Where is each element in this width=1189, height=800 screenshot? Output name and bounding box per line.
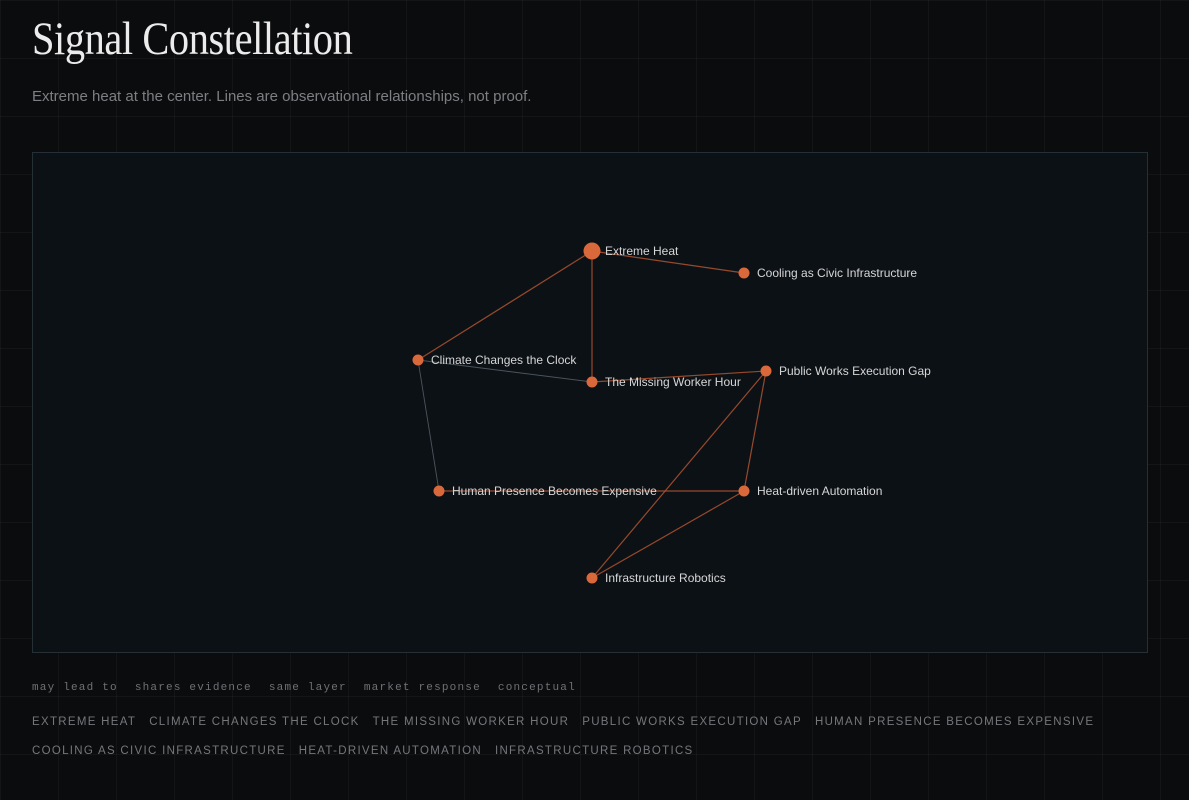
edge-climate-clock-to-human-presence — [417, 359, 440, 492]
edge-public-works-to-heat-automation — [743, 370, 767, 492]
node-label-missing-hour[interactable]: The Missing Worker Hour — [605, 375, 741, 389]
node-climate-clock[interactable]: Climate Changes the Clock — [412, 353, 578, 367]
node-public-works[interactable]: Public Works Execution Gap — [760, 364, 932, 378]
node-human-presence[interactable]: Human Presence Becomes Expensive — [433, 484, 658, 498]
nodes-layer: Extreme Heat Cooling as Civic Infrastruct… — [412, 242, 932, 585]
node-extreme-heat[interactable]: Extreme Heat — [583, 242, 680, 260]
node-label-climate-clock[interactable]: Climate Changes the Clock — [431, 353, 577, 367]
node-dot-climate-clock[interactable] — [412, 354, 424, 366]
constellation-canvas: Extreme Heat Cooling as Civic Infrastruct… — [32, 152, 1148, 653]
node-label-public-works[interactable]: Public Works Execution Gap — [779, 364, 931, 378]
node-dot-cooling[interactable] — [738, 267, 750, 279]
node-dot-extreme-heat[interactable] — [583, 242, 601, 260]
legend-item-market-response[interactable]: market response — [364, 682, 481, 694]
legend-item-conceptual[interactable]: conceptual — [498, 682, 576, 694]
signal-list: Extreme Heat Climate Changes the Clock T… — [32, 714, 1112, 759]
node-label-heat-automation[interactable]: Heat-driven Automation — [757, 484, 882, 498]
edge-public-works-to-robotics — [591, 370, 767, 579]
legend-item-shares-evidence[interactable]: shares evidence — [135, 682, 252, 694]
page-title: Signal Constellation — [32, 13, 353, 65]
node-label-extreme-heat[interactable]: Extreme Heat — [605, 244, 679, 258]
node-heat-automation[interactable]: Heat-driven Automation — [738, 484, 883, 498]
node-dot-human-presence[interactable] — [433, 485, 445, 497]
edge-type-legend: may lead to shares evidence same layer m… — [32, 682, 576, 694]
signal-link-heat-driven-automation[interactable]: Heat-driven Automation — [299, 743, 482, 759]
legend-item-may-lead-to[interactable]: may lead to — [32, 682, 118, 694]
signal-link-the-missing-worker-hour[interactable]: The Missing Worker Hour — [373, 714, 570, 730]
edges-layer — [417, 250, 767, 579]
node-robotics[interactable]: Infrastructure Robotics — [586, 571, 726, 585]
node-missing-hour[interactable]: The Missing Worker Hour — [586, 375, 741, 389]
page-subtitle: Extreme heat at the center. Lines are ob… — [32, 88, 532, 105]
signal-link-infrastructure-robotics[interactable]: Infrastructure Robotics — [495, 743, 694, 759]
edge-extreme-heat-to-climate-clock — [417, 250, 593, 361]
signal-link-climate-changes-the-clock[interactable]: Climate Changes the Clock — [149, 714, 359, 730]
node-dot-heat-automation[interactable] — [738, 485, 750, 497]
constellation-graph: Extreme Heat Cooling as Civic Infrastruct… — [412, 242, 932, 585]
node-cooling[interactable]: Cooling as Civic Infrastructure — [738, 266, 918, 280]
edge-heat-automation-to-robotics — [591, 490, 745, 579]
node-dot-robotics[interactable] — [586, 572, 598, 584]
signal-link-extreme-heat[interactable]: Extreme Heat — [32, 714, 136, 730]
node-dot-public-works[interactable] — [760, 365, 772, 377]
node-dot-missing-hour[interactable] — [586, 376, 598, 388]
node-label-robotics[interactable]: Infrastructure Robotics — [605, 571, 726, 585]
signal-link-cooling-as-civic-infrastructure[interactable]: Cooling as Civic Infrastructure — [32, 743, 286, 759]
signal-link-public-works-execution-gap[interactable]: Public Works Execution Gap — [582, 714, 802, 730]
node-label-cooling[interactable]: Cooling as Civic Infrastructure — [757, 266, 917, 280]
node-label-human-presence[interactable]: Human Presence Becomes Expensive — [452, 484, 657, 498]
signal-link-human-presence-becomes-expensive[interactable]: Human Presence Becomes Expensive — [815, 714, 1094, 730]
legend-item-same-layer[interactable]: same layer — [269, 682, 347, 694]
